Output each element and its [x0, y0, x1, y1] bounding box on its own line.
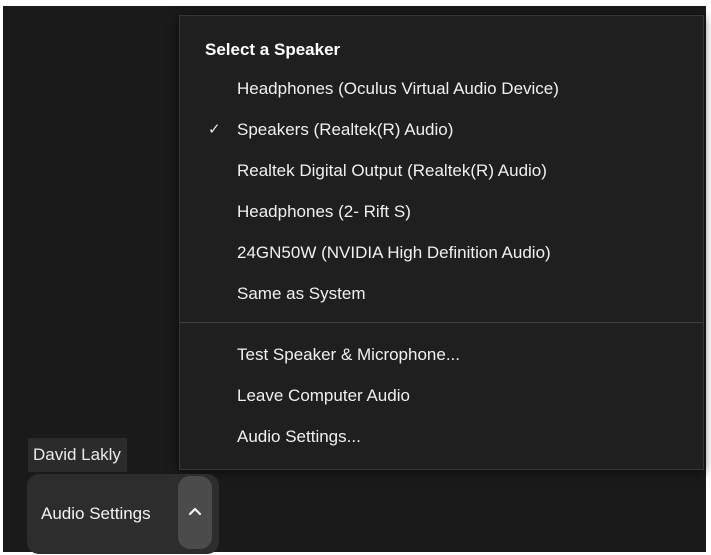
chevron-up-icon [188, 507, 202, 516]
audio-settings-label: Audio Settings [41, 504, 151, 523]
speaker-option[interactable]: 24GN50W (NVIDIA High Definition Audio) [180, 236, 703, 270]
speaker-option-label: Realtek Digital Output (Realtek(R) Audio… [237, 161, 547, 180]
speaker-option-label: Same as System [237, 284, 366, 303]
speaker-menu-header: Select a Speaker [205, 40, 341, 59]
screenshot-border-right [706, 0, 711, 555]
menu-action-label: Leave Computer Audio [237, 386, 410, 405]
speaker-option-selected[interactable]: ✓ Speakers (Realtek(R) Audio) [180, 113, 703, 147]
test-speaker-microphone-item[interactable]: Test Speaker & Microphone... [180, 338, 703, 372]
check-icon: ✓ [208, 121, 221, 138]
speaker-option-label: Speakers (Realtek(R) Audio) [237, 120, 454, 139]
audio-options-chevron-button[interactable] [178, 476, 212, 549]
audio-settings-item[interactable]: Audio Settings... [180, 420, 703, 454]
speaker-option-label: 24GN50W (NVIDIA High Definition Audio) [237, 243, 551, 262]
leave-computer-audio-item[interactable]: Leave Computer Audio [180, 379, 703, 413]
speaker-menu: Select a Speaker Headphones (Oculus Virt… [179, 15, 704, 470]
menu-action-label: Test Speaker & Microphone... [237, 345, 461, 364]
speaker-option[interactable]: Headphones (2- Rift S) [180, 195, 703, 229]
audio-settings-button[interactable]: Audio Settings [27, 474, 219, 554]
menu-divider [180, 322, 703, 323]
participant-name-tag: David Lakly [28, 438, 127, 472]
speaker-option-label: Headphones (2- Rift S) [237, 202, 411, 221]
speaker-option[interactable]: Realtek Digital Output (Realtek(R) Audio… [180, 154, 703, 188]
speaker-option[interactable]: Headphones (Oculus Virtual Audio Device) [180, 72, 703, 106]
speaker-option[interactable]: Same as System [180, 277, 703, 311]
speaker-option-label: Headphones (Oculus Virtual Audio Device) [237, 79, 559, 98]
menu-action-label: Audio Settings... [237, 427, 361, 446]
